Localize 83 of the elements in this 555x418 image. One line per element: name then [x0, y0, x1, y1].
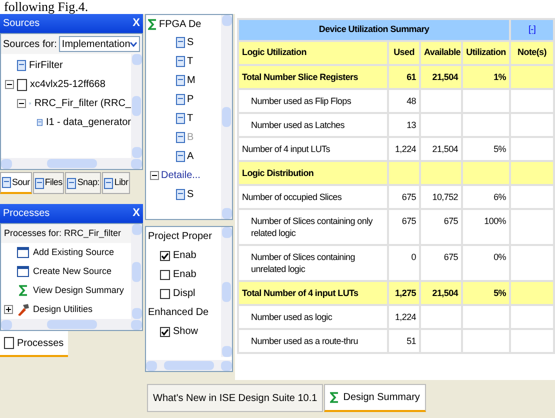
sigma-icon [330, 392, 340, 403]
tree-item[interactable]: xc4vlx25-12ff668 [30, 77, 106, 92]
table-cell [510, 329, 554, 353]
tree-item[interactable]: P [187, 92, 194, 107]
panel-title: Sources [3, 17, 40, 31]
checkbox-label: Enab [173, 249, 196, 263]
panel-tab[interactable]: Libr [102, 172, 130, 194]
tree-item[interactable]: I1 - data_generator [46, 115, 131, 130]
process-item[interactable]: Design Utilities [33, 302, 93, 316]
scrollbar[interactable] [221, 15, 232, 219]
chip-icon [4, 337, 14, 349]
window-icon [17, 247, 29, 258]
document-icon [176, 113, 185, 124]
document-icon [176, 189, 185, 200]
document-icon [176, 94, 185, 105]
chip-icon [17, 78, 27, 90]
property-group: Project Proper [146, 227, 221, 246]
checkbox[interactable] [160, 288, 170, 298]
panel-tab[interactable]: Snap: [65, 172, 102, 194]
collapse-icon[interactable] [5, 80, 14, 89]
scrollbar[interactable] [1, 158, 142, 169]
collapse-link[interactable]: [-] [528, 24, 536, 34]
scrollbar[interactable] [1, 319, 142, 330]
tree-item[interactable]: RRC_Fir_filter (RRC_ [34, 96, 131, 111]
panel-tab[interactable]: Processes [0, 331, 68, 357]
table-cell [420, 329, 462, 353]
checkbox[interactable] [160, 270, 170, 280]
table-cell: Number used as a route-thru [238, 329, 388, 353]
document-icon [37, 117, 43, 128]
tree-item[interactable]: A [187, 149, 194, 164]
document-icon [34, 178, 44, 188]
caption-text: following Fig.4. [4, 0, 88, 14]
scrollbar[interactable] [221, 227, 232, 357]
tools-icon [16, 302, 30, 316]
checkbox-label: Show [173, 325, 198, 339]
checkbox[interactable] [160, 250, 170, 260]
window-icon [17, 266, 29, 277]
scrollbar[interactable] [146, 360, 232, 371]
tree-item[interactable]: Detaile... [161, 168, 200, 183]
checkbox-label: Displ [173, 287, 196, 301]
property-group: Enhanced De [146, 303, 221, 322]
tree-header[interactable]: FPGA De [159, 16, 202, 32]
collapse-icon[interactable] [150, 171, 159, 180]
tree-item[interactable]: T [187, 54, 194, 69]
document-icon [67, 178, 76, 188]
document-icon [176, 151, 185, 162]
table-cell: 51 [388, 329, 420, 353]
checkbox[interactable] [160, 326, 170, 336]
panel-tab[interactable]: Files [32, 172, 64, 194]
checkbox-label: Enab [173, 268, 196, 282]
document-icon [176, 132, 185, 143]
process-item[interactable]: View Design Summary [33, 284, 124, 298]
panel-title: Processes [3, 207, 50, 221]
document-tab[interactable]: What's New in ISE Design Suite 10.1 [147, 384, 324, 412]
process-item[interactable]: Create New Source [33, 264, 112, 278]
document-icon [104, 178, 114, 188]
document-icon [176, 75, 185, 86]
tree-item[interactable]: T [187, 111, 194, 126]
scrollbar[interactable] [131, 54, 142, 158]
document-icon [2, 177, 11, 188]
close-button[interactable]: X [132, 18, 140, 29]
document-icon [17, 60, 26, 71]
panel-tab[interactable]: Sour [0, 172, 32, 194]
document-icon [176, 37, 185, 48]
sigma-icon [18, 285, 28, 296]
close-button[interactable]: X [132, 208, 140, 219]
process-item[interactable]: Add Existing Source [33, 246, 114, 260]
tree-item[interactable]: M [187, 73, 196, 88]
caret-icon [130, 42, 138, 46]
scrollbar[interactable] [131, 224, 142, 319]
table-title: Device Utilization Summary [238, 19, 510, 41]
tree-item[interactable]: S [187, 187, 194, 202]
collapse-icon[interactable] [17, 99, 26, 108]
document-tab[interactable]: Design Summary [324, 384, 426, 412]
document-icon [176, 56, 185, 67]
tree-item[interactable]: FirFilter [29, 58, 63, 73]
sigma-icon [148, 18, 157, 30]
expand-icon[interactable] [4, 305, 13, 314]
sources-dropdown[interactable]: Implementation [58, 36, 140, 52]
tree-item[interactable]: S [187, 35, 194, 50]
table-cell [462, 329, 510, 353]
sources-for-label: Sources for: [3, 38, 57, 52]
processes-for-label: Processes for: RRC_Fir_filter [1, 224, 131, 243]
